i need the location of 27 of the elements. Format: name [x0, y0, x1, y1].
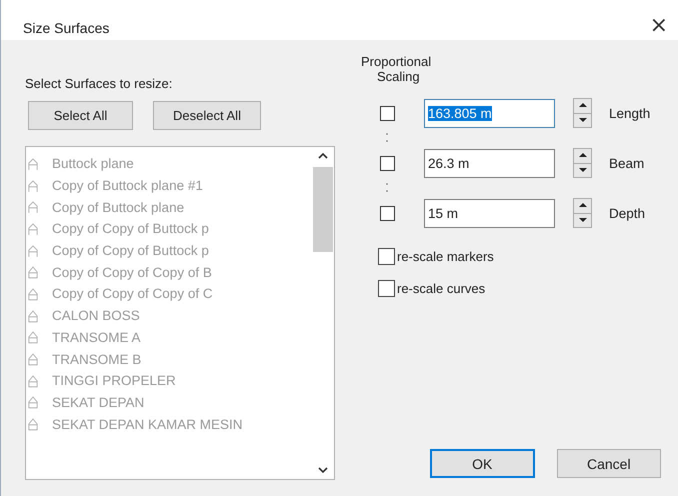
select-button[interactable]: Select All [28, 101, 133, 130]
section-label: Proportional [361, 54, 432, 69]
checkbox[interactable] [380, 106, 395, 120]
input-field[interactable]: 26.3 m [424, 148, 555, 178]
link-dots-icon [386, 183, 388, 193]
field-label: Depth [609, 206, 646, 220]
input-field[interactable]: 163.805 m [424, 98, 555, 128]
close-button[interactable]: × [646, 16, 672, 36]
window-title: Size Surfaces [23, 20, 110, 36]
select-button[interactable]: Deselect All [153, 101, 261, 130]
section-label: Select Surfaces to resize: [25, 76, 174, 91]
spin-button[interactable] [573, 148, 592, 178]
checkbox[interactable] [380, 206, 395, 220]
field-label: Beam [609, 156, 644, 170]
checkbox-label: re-scale markers [397, 249, 494, 264]
checkbox[interactable] [378, 280, 395, 297]
checkbox-label: re-scale curves [397, 281, 486, 296]
section-label: Scaling [377, 69, 421, 84]
input-field[interactable]: 15 m [424, 198, 555, 228]
field-label: Length [609, 106, 650, 120]
checkbox[interactable] [380, 156, 395, 170]
spin-button[interactable] [573, 198, 592, 228]
spin-button[interactable] [573, 98, 592, 128]
checkbox[interactable] [378, 248, 395, 265]
cancel-button[interactable]: Cancel [556, 449, 661, 478]
ok-button[interactable]: OK [430, 449, 535, 478]
link-dots-icon [386, 133, 388, 143]
